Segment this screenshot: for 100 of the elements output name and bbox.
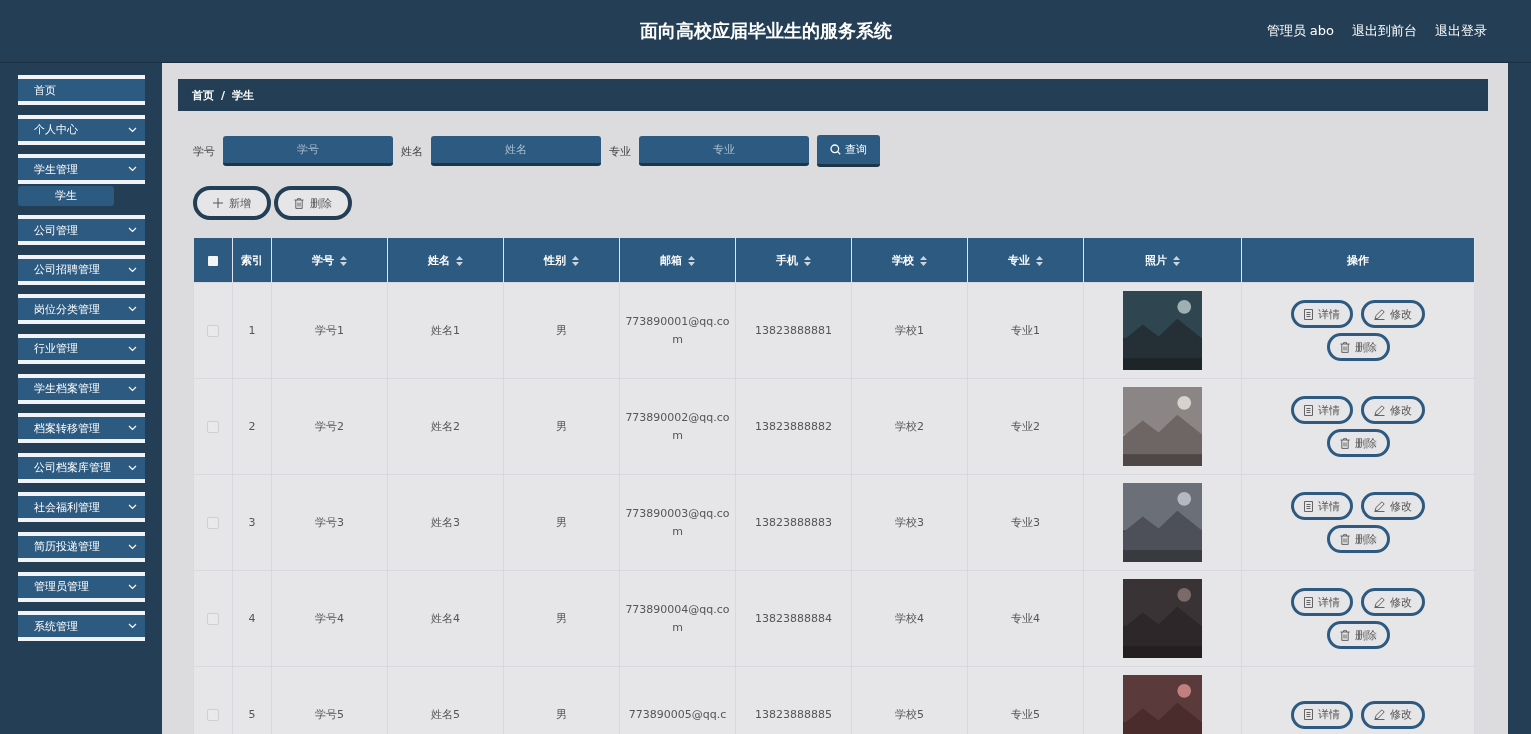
menu-item[interactable]: 个人中心 [18,114,145,145]
row-action-button[interactable]: 修改 [1361,396,1425,424]
table-cell: 男 [503,282,620,379]
column-header[interactable]: 索引 [232,238,272,283]
table-cell: 姓名1 [387,282,504,379]
column-header[interactable]: 专业 [967,238,1084,283]
search-field[interactable]: 专业 [639,136,809,166]
app-title: 面向高校应届毕业生的服务系统 [639,19,892,43]
chevron-icon [128,543,137,550]
row-action-button[interactable]: 详情 [1291,396,1353,424]
menu-item[interactable]: 公司档案库管理 [18,452,145,483]
user-label: 管理员 abo [1266,22,1334,40]
toolbar-button[interactable]: 删除 [274,186,352,220]
search-field[interactable]: 学号 [223,136,393,166]
column-header[interactable]: 学号 [271,238,388,283]
table-cell: 专业5 [967,666,1084,734]
row-checkbox[interactable] [207,324,219,337]
row-checkbox[interactable] [207,420,219,433]
sort-icon [340,255,347,266]
chevron-icon [128,623,137,630]
header-link[interactable]: 退出登录 [1435,22,1487,40]
sort-icon [804,255,811,266]
trash-icon [1339,341,1350,353]
row-action-button[interactable]: 删除 [1326,621,1390,649]
menu-item[interactable]: 行业管理 [18,333,145,364]
row-action-button[interactable]: 详情 [1291,492,1353,520]
column-header[interactable]: 操作 [1241,238,1475,283]
row-action-button[interactable]: 详情 [1291,300,1353,328]
column-header[interactable]: 照片 [1083,238,1242,283]
row-action-button[interactable]: 详情 [1291,700,1353,729]
document-icon [1304,404,1313,416]
column-header[interactable]: 性别 [503,238,620,283]
search-field[interactable]: 姓名 [431,136,601,166]
menu-item[interactable]: 岗位分类管理 [18,294,145,325]
document-icon [1304,308,1313,320]
table-cell: 13823888881 [735,282,852,379]
chevron-icon [128,464,137,471]
sort-icon [572,255,579,266]
chevron-icon [128,227,137,234]
table-cell: 13823888883 [735,474,852,571]
table-cell: 773890001@qq.com [619,282,736,379]
trash-icon [1339,629,1350,641]
column-header[interactable]: 学校 [851,238,968,283]
column-header[interactable]: 姓名 [387,238,504,283]
breadcrumb-item[interactable]: 首页 [192,87,214,103]
table-cell: 学号5 [271,666,388,734]
menu-item[interactable]: 简历投递管理 [18,531,145,562]
toolbar-button[interactable]: 新增 [193,186,271,220]
field-label: 学号 [193,143,215,159]
row-action-button[interactable]: 删除 [1326,429,1390,457]
table-cell: 773890003@qq.com [619,474,736,571]
table-cell: 学号2 [271,378,388,475]
column-header[interactable]: 手机 [735,238,852,283]
pencil-icon [1374,596,1385,608]
pencil-icon [1374,709,1385,720]
menu-item[interactable]: 公司招聘管理 [18,254,145,285]
row-action-button[interactable]: 修改 [1361,700,1425,729]
menu-item[interactable]: 管理员管理 [18,571,145,602]
chevron-icon [128,126,137,133]
row-checkbox[interactable] [207,612,219,625]
table-cell: 学校3 [851,474,968,571]
menu-item[interactable]: 系统管理 [18,611,145,642]
row-action-button[interactable]: 详情 [1291,588,1353,616]
document-icon [1304,500,1313,512]
submenu-item[interactable]: 学生 [18,186,114,207]
menu-item[interactable]: 公司管理 [18,215,145,246]
row-checkbox[interactable] [207,516,219,529]
row-action-button[interactable]: 删除 [1326,525,1390,553]
menu-item[interactable]: 学生档案管理 [18,373,145,404]
table-cell: 13823888882 [735,378,852,475]
table-cell: 学校4 [851,570,968,667]
header-link[interactable]: 退出到前台 [1352,22,1417,40]
menu-item[interactable]: 学生管理 [18,154,145,185]
sort-icon [1173,255,1180,266]
select-all-checkbox[interactable] [207,255,218,266]
pencil-icon [1374,404,1385,416]
table-cell: 13823888885 [735,666,852,734]
table-cell: 773890005@qq.c [619,666,736,734]
table-cell: 姓名4 [387,570,504,667]
table-cell: 1 [232,282,272,379]
table-cell: 学校5 [851,666,968,734]
table-cell: 4 [232,570,272,667]
sort-icon [1036,255,1043,266]
row-action-button[interactable]: 删除 [1326,333,1390,361]
row-action-button[interactable]: 修改 [1361,300,1425,328]
breadcrumb-item[interactable]: 学生 [232,87,255,103]
table-cell: 姓名5 [387,666,504,734]
menu-item[interactable]: 首页 [18,75,145,105]
trash-icon [1339,533,1350,545]
column-header[interactable]: 邮箱 [619,238,736,283]
row-action-button[interactable]: 修改 [1361,492,1425,520]
table-cell: 773890004@qq.com [619,570,736,667]
row-checkbox[interactable] [207,708,219,721]
menu-item[interactable]: 社会福利管理 [18,492,145,523]
chevron-icon [128,266,137,273]
table-cell: 13823888884 [735,570,852,667]
row-action-button[interactable]: 修改 [1361,588,1425,616]
search-button[interactable]: 查询 [817,135,880,167]
sort-icon [688,255,695,266]
menu-item[interactable]: 档案转移管理 [18,413,145,444]
